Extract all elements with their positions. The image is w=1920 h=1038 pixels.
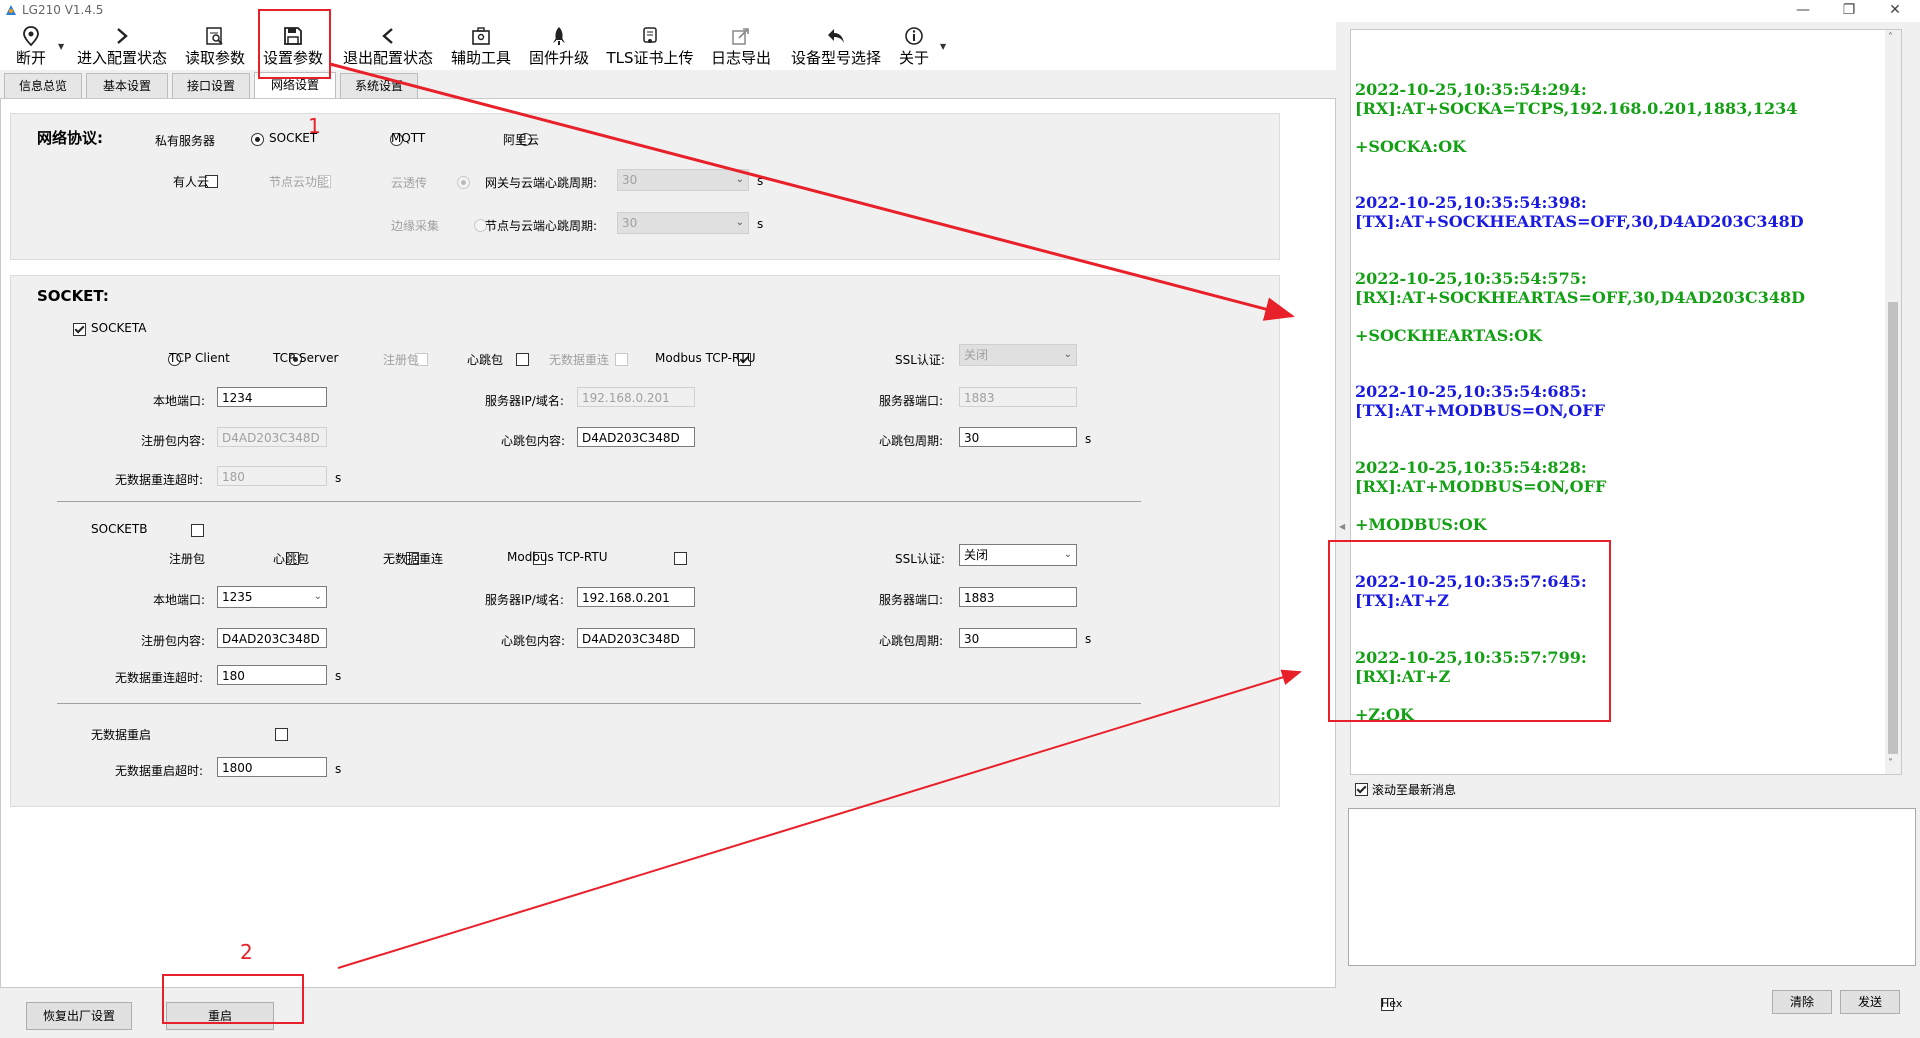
annotation-arrow-1 — [329, 62, 1295, 321]
annotation-arrow-2 — [337, 669, 1302, 969]
annotation-arrows — [329, 62, 1302, 969]
